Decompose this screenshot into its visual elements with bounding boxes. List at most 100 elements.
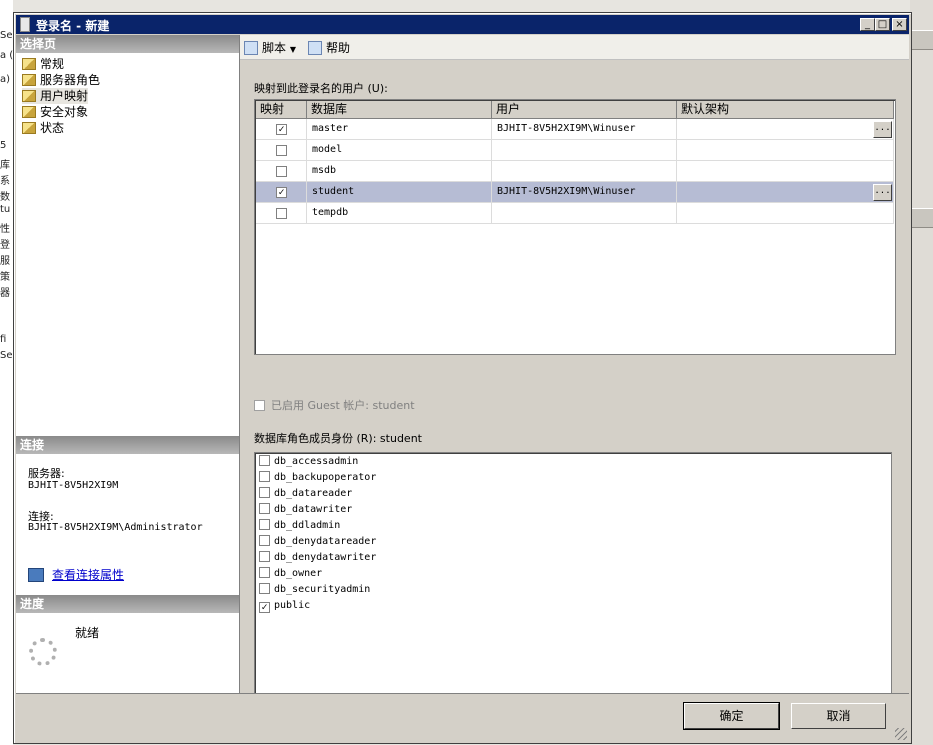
map-checkbox[interactable]: ✓	[276, 187, 287, 198]
role-item[interactable]: db_owner	[259, 567, 322, 583]
map-checkbox[interactable]: ✓	[276, 124, 287, 135]
roles-label: 数据库角色成员身份 (R): student	[254, 432, 422, 445]
server-label: 服务器:	[28, 467, 65, 480]
schema-cell[interactable]: ...	[677, 119, 894, 140]
role-checkbox[interactable]	[259, 487, 270, 498]
view-connection-properties-link[interactable]: 查看连接属性	[28, 566, 124, 583]
role-item[interactable]: db_ddladmin	[259, 519, 340, 535]
toolbar: 脚本 ▼ 帮助	[240, 35, 909, 60]
cancel-button[interactable]: 取消	[791, 703, 886, 729]
help-button[interactable]: 帮助	[308, 39, 350, 56]
schema-cell[interactable]	[677, 161, 894, 182]
database-cell[interactable]: msdb	[307, 161, 492, 182]
role-item[interactable]: db_backupoperator	[259, 471, 376, 487]
table-row[interactable]: ✓ student BJHIT-8V5H2XI9M\Winuser...	[256, 182, 894, 203]
user-cell[interactable]: BJHIT-8V5H2XI9M\Winuser	[492, 119, 677, 140]
column-header-database[interactable]: 数据库	[307, 101, 492, 119]
user-cell[interactable]	[492, 161, 677, 182]
browse-schema-button[interactable]: ...	[873, 184, 892, 201]
resize-grip[interactable]	[895, 728, 907, 740]
view-connection-properties-text[interactable]: 查看连接属性	[52, 568, 124, 582]
role-item[interactable]: db_denydatareader	[259, 535, 376, 551]
nav-item-user-mapping[interactable]: 用户映射	[22, 88, 89, 104]
ok-button[interactable]: 确定	[683, 702, 780, 730]
role-checkbox[interactable]	[259, 455, 270, 466]
page-icon	[22, 74, 36, 86]
table-row[interactable]: ✓ master BJHIT-8V5H2XI9M\Winuser...	[256, 119, 894, 140]
database-cell[interactable]: master	[307, 119, 492, 140]
role-name: db_accessadmin	[274, 456, 359, 467]
background-fragment: 策	[0, 272, 10, 283]
background-fragment: 数	[0, 192, 10, 203]
database-cell[interactable]: student	[307, 182, 492, 203]
role-item[interactable]: db_denydatawriter	[259, 551, 376, 567]
user-cell[interactable]	[492, 203, 677, 224]
main-content: 映射到此登录名的用户 (U): 映射 数据库 用户 默认架构 ✓ master BJ…	[240, 61, 909, 695]
nav-item-label: 安全对象	[40, 105, 89, 119]
maximize-button[interactable]: □	[875, 18, 890, 31]
map-cell	[256, 161, 307, 182]
close-button[interactable]: ×	[892, 18, 907, 31]
background-fragment: a)	[0, 74, 11, 85]
map-checkbox[interactable]	[276, 166, 287, 177]
table-row[interactable]: msdb	[256, 161, 894, 182]
background-fragment: 库	[0, 160, 10, 171]
user-value: BJHIT-8V5H2XI9M\Winuser	[497, 123, 636, 134]
title-bar[interactable]: 登录名 - 新建 _ □ ×	[16, 15, 909, 34]
progress-header: 进度	[16, 595, 239, 613]
nav-item-label: 服务器角色	[40, 73, 101, 87]
browse-schema-button[interactable]: ...	[873, 121, 892, 138]
role-checkbox[interactable]: ✓	[259, 602, 270, 613]
schema-cell[interactable]: ...	[677, 182, 894, 203]
page-icon	[22, 122, 36, 134]
help-icon	[308, 41, 322, 55]
role-checkbox[interactable]	[259, 471, 270, 482]
schema-cell[interactable]	[677, 140, 894, 161]
role-checkbox[interactable]	[259, 503, 270, 514]
role-item[interactable]: db_datareader	[259, 487, 352, 503]
role-checkbox[interactable]	[259, 519, 270, 530]
connection-header: 连接	[16, 436, 239, 454]
page-icon	[22, 58, 36, 70]
column-header-user[interactable]: 用户	[492, 101, 677, 119]
table-row[interactable]: model	[256, 140, 894, 161]
role-name: public	[274, 600, 311, 611]
role-item[interactable]: db_accessadmin	[259, 455, 358, 471]
database-cell[interactable]: model	[307, 140, 492, 161]
column-header-map[interactable]: 映射	[256, 101, 307, 119]
role-item[interactable]: db_datawriter	[259, 503, 352, 519]
nav-item-server-roles[interactable]: 服务器角色	[22, 72, 100, 88]
map-checkbox[interactable]	[276, 208, 287, 219]
user-cell[interactable]	[492, 140, 677, 161]
schema-cell[interactable]	[677, 203, 894, 224]
nav-item-general[interactable]: 常规	[22, 56, 64, 72]
user-cell[interactable]: BJHIT-8V5H2XI9M\Winuser	[492, 182, 677, 203]
role-name: db_denydatawriter	[274, 552, 377, 563]
role-checkbox[interactable]	[259, 567, 270, 578]
database-value: model	[312, 144, 343, 155]
background-fragment: 服	[0, 256, 10, 267]
role-checkbox[interactable]	[259, 551, 270, 562]
nav-item-securables[interactable]: 安全对象	[22, 104, 88, 120]
role-membership-list[interactable]: db_accessadmin db_backupoperator db_datare…	[254, 452, 892, 695]
database-value: tempdb	[312, 207, 349, 218]
nav-item-status[interactable]: 状态	[22, 120, 64, 136]
database-value: msdb	[312, 165, 337, 176]
map-cell: ✓	[256, 182, 307, 203]
window-icon	[20, 17, 30, 32]
script-button[interactable]: 脚本 ▼	[244, 39, 296, 56]
role-name: db_owner	[274, 568, 323, 579]
page-icon	[22, 90, 36, 102]
minimize-button[interactable]: _	[860, 18, 875, 31]
table-row[interactable]: tempdb	[256, 203, 894, 224]
background-fragment: 器	[0, 288, 10, 299]
column-header-default-schema[interactable]: 默认架构	[677, 101, 894, 119]
map-checkbox[interactable]	[276, 145, 287, 156]
role-item[interactable]: db_securityadmin	[259, 583, 370, 599]
user-mapping-grid[interactable]: 映射 数据库 用户 默认架构 ✓ master BJHIT-8V5H2XI9M\Wi…	[254, 99, 896, 355]
role-checkbox[interactable]	[259, 535, 270, 546]
login-new-dialog: 登录名 - 新建 _ □ × 选择页 常规 服务器角色 用户映射 安全对象 状态…	[13, 12, 912, 744]
database-cell[interactable]: tempdb	[307, 203, 492, 224]
role-checkbox[interactable]	[259, 583, 270, 594]
role-item[interactable]: ✓ public	[259, 599, 310, 615]
